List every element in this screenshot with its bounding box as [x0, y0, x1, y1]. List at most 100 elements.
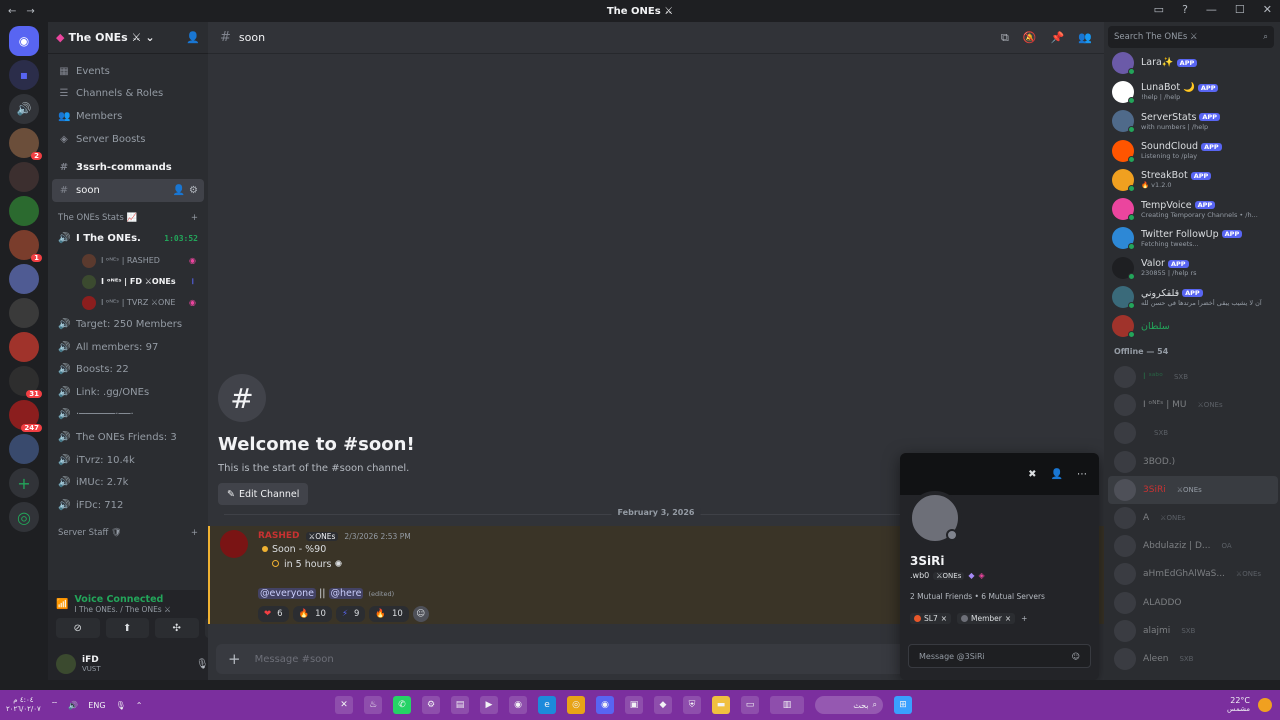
emoji-icon[interactable]: ☺ — [1072, 652, 1080, 661]
store-icon[interactable]: ▤ — [451, 696, 469, 714]
taskbar-search[interactable]: بحث ⌕ — [815, 696, 883, 714]
plus-icon[interactable]: + — [228, 650, 241, 668]
home-button[interactable]: ◉ — [9, 26, 39, 56]
add-role-icon[interactable]: + — [1021, 614, 1027, 623]
add-server-button[interactable]: + — [9, 468, 39, 498]
stat-channel[interactable]: 🔊 iTvrz: 10.4k — [52, 449, 204, 472]
speaker-icon[interactable]: 🔊 — [9, 94, 39, 124]
volume-icon[interactable]: 🔊 — [68, 701, 78, 710]
whatsapp-icon[interactable]: ✆ — [393, 696, 411, 714]
member-row[interactable]: قلقكروني APP آن لا يشيب يبقى أخضرا مرتدها … — [1108, 282, 1278, 311]
camera-button[interactable]: ⊘ — [56, 618, 100, 638]
server-icon[interactable] — [9, 264, 39, 294]
member-row[interactable]: Twitter FollowUp APP Fetching tweets... — [1108, 224, 1278, 253]
stat-channel[interactable]: 🔊 ·──────·──· — [52, 404, 204, 427]
server-icon[interactable] — [9, 332, 39, 362]
member-row[interactable]: 3BOD.) — [1108, 448, 1278, 476]
server-icon[interactable]: 31 — [9, 366, 42, 398]
reaction[interactable]: 🔥 10 — [369, 606, 409, 622]
member-row[interactable]: aHmEdGhAlWaS... ⚔ONEs — [1108, 560, 1278, 588]
lang-indicator[interactable]: ENG — [88, 701, 105, 710]
threads-icon[interactable]: ⧉ — [1001, 31, 1009, 45]
folder-icon[interactable]: ▬ — [712, 696, 730, 714]
settings-icon[interactable]: ⚙ — [422, 696, 440, 714]
network-icon[interactable]: ⌔ — [51, 700, 59, 710]
mic-icon[interactable]: 🎙 — [196, 659, 209, 670]
minimize-button[interactable]: — — [1206, 3, 1217, 16]
server-icon[interactable]: 247 — [9, 400, 42, 432]
profile-avatar[interactable] — [908, 491, 962, 545]
member-row[interactable]: alajmi SXB — [1108, 617, 1278, 645]
steam-icon[interactable]: ♨ — [364, 696, 382, 714]
mute-icon[interactable]: 🔕 — [1023, 31, 1037, 45]
folder-icon[interactable]: ▪ — [9, 60, 39, 90]
stat-channel[interactable]: 🔊 Target: 250 Members — [52, 313, 204, 336]
reaction[interactable]: 🔥 10 — [292, 606, 332, 622]
member-row[interactable]: I ᵒᴺᴱˢ | MU ⚔ONEs — [1108, 391, 1278, 419]
server-icon[interactable] — [9, 162, 39, 192]
nav-events[interactable]: ▦ Events — [52, 60, 204, 83]
server-icon[interactable] — [9, 298, 39, 328]
discord-icon[interactable]: ◉ — [596, 696, 614, 714]
gear-icon[interactable]: ⚙ — [189, 185, 198, 196]
member-row[interactable]: Abdulaziz | D... OA — [1108, 532, 1278, 560]
member-row[interactable]: Lara✨ APP — [1108, 48, 1278, 77]
mention-here[interactable]: @here — [328, 588, 364, 599]
voice-user[interactable]: I ᵒᴺᴱˢ | TVRZ ⚔ONE ◉ — [52, 292, 204, 313]
edge-icon[interactable]: e — [538, 696, 556, 714]
stat-channel[interactable]: 🔊 Link: .gg/ONEs — [52, 381, 204, 404]
member-row[interactable]: StreakBot APP 🔥 v1.2.0 — [1108, 165, 1278, 194]
window-icon[interactable]: ▭ — [741, 696, 759, 714]
app-icon[interactable]: ◆ — [654, 696, 672, 714]
more-icon[interactable]: ⋯ — [1077, 469, 1087, 480]
shield-icon[interactable]: ⛨ — [683, 696, 701, 714]
role-pill[interactable]: SL7 × — [910, 613, 952, 624]
weather[interactable]: 22°C مشمس — [1227, 696, 1250, 714]
cod-icon[interactable]: ▣ — [625, 696, 643, 714]
voice-channel[interactable]: 🔊 I The ONEs. 1:03:52 — [52, 228, 204, 251]
voice-user[interactable]: I ᵒᴺᴱˢ | RASHED ◉ — [52, 250, 204, 271]
nav-members[interactable]: 👥 Members — [52, 105, 204, 128]
close-button[interactable]: ✕ — [1263, 3, 1272, 16]
member-row[interactable]: LunaBot 🌙 APP !help | /help — [1108, 77, 1278, 106]
member-row[interactable]: سلطان — [1108, 312, 1278, 341]
activities-button[interactable]: ✣ — [155, 618, 199, 638]
maximize-button[interactable]: ☐ — [1235, 3, 1245, 16]
reaction[interactable]: ⚡ 9 — [335, 606, 366, 622]
member-row[interactable]: ServerStats APP with numbers | /help — [1108, 107, 1278, 136]
mutual-info[interactable]: 2 Mutual Friends • 6 Mutual Servers — [910, 592, 1045, 601]
channel-3ssrh-commands[interactable]: #3ssrh-commands — [52, 156, 204, 179]
stat-channel[interactable]: 🔊 iFDc: 712 — [52, 494, 204, 517]
edit-channel-button[interactable]: ✎ Edit Channel — [218, 483, 309, 505]
server-icon[interactable]: 2 — [9, 128, 42, 160]
role-pill[interactable]: Member × — [957, 613, 1016, 624]
mic-icon[interactable]: 🎙 — [116, 701, 126, 710]
composer-placeholder[interactable]: Message #soon — [255, 654, 334, 665]
clock[interactable]: ٤:٠٤ م ٢٠٢٦/٠٢/٠٧ — [6, 696, 41, 714]
member-row[interactable]: 3SiRi ⚔ONEs — [1108, 475, 1278, 504]
member-row[interactable]: I ˢᵃᵇᵒ SXB — [1108, 363, 1278, 391]
message-author[interactable]: RASHED — [258, 531, 300, 541]
game-icon[interactable]: ▶ — [480, 696, 498, 714]
windows-start-icon[interactable]: ⊞ — [894, 696, 912, 714]
member-row[interactable]: SXB — [1108, 419, 1278, 447]
search-input[interactable]: Search The ONEs ⚔ ⌕ — [1108, 26, 1274, 48]
add-reaction-button[interactable]: ☺ — [412, 606, 429, 622]
chrome-icon[interactable]: ◎ — [567, 696, 585, 714]
mention-everyone[interactable]: @everyone — [258, 588, 317, 599]
members-icon[interactable]: 👥 — [1078, 31, 1092, 45]
collapse-icon[interactable]: ✖ — [1028, 469, 1036, 480]
pin-icon[interactable]: 📌 — [1051, 31, 1065, 45]
server-icon[interactable] — [9, 434, 39, 464]
nav-server-boosts[interactable]: ◈ Server Boosts — [52, 128, 204, 151]
add-member-icon[interactable]: 👤 — [173, 185, 185, 196]
inbox-icon[interactable]: ▭ — [1154, 3, 1164, 16]
discover-button[interactable]: ◎ — [9, 502, 39, 532]
server-icon[interactable]: 1 — [9, 230, 42, 262]
member-row[interactable]: A ⚔ONEs — [1108, 504, 1278, 532]
recorder-icon[interactable]: ◉ — [509, 696, 527, 714]
server-header[interactable]: ◆ The ONEs ⚔ ⌄ 👤 — [48, 22, 208, 54]
invite-icon[interactable]: 👤 — [186, 31, 200, 44]
screen-share-button[interactable]: ⬆ — [105, 618, 149, 638]
plus-icon[interactable]: + — [191, 213, 198, 223]
